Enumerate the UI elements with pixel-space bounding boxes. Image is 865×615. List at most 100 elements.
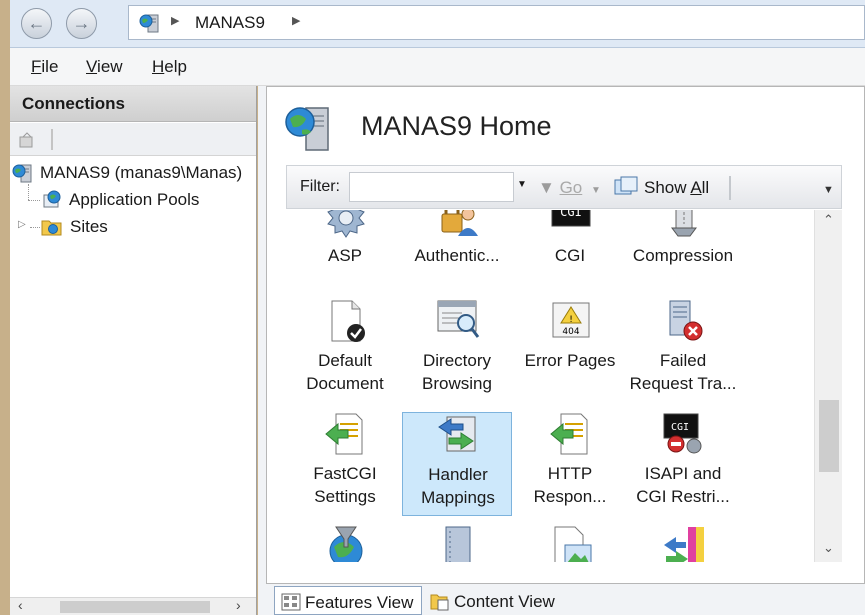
sites-folder-icon bbox=[41, 220, 62, 236]
server-home-icon bbox=[285, 107, 329, 151]
feature-asp[interactable]: ASP bbox=[290, 210, 400, 298]
expand-arrow-icon[interactable]: ▷ bbox=[18, 219, 26, 230]
vertical-scrollbar[interactable]: ⌃ ⌄ bbox=[814, 210, 842, 562]
feature-label-line2: Browsing bbox=[422, 374, 492, 393]
menu-view[interactable]: View bbox=[86, 57, 123, 77]
feature-label-line2: CGI Restri... bbox=[636, 487, 730, 506]
feature-label-line1: HTTP bbox=[547, 464, 593, 483]
feature-label: FastCGI Settings bbox=[290, 462, 400, 508]
http-response-icon bbox=[549, 412, 593, 456]
toolbar-separator bbox=[729, 176, 731, 200]
menu-bar: File View Help bbox=[10, 48, 865, 86]
feature-label: Default Document bbox=[290, 349, 400, 395]
modules-icon bbox=[662, 525, 706, 562]
feature-label-line2: Settings bbox=[314, 487, 376, 506]
scroll-up-icon[interactable]: ⌃ bbox=[823, 212, 834, 228]
menu-file[interactable]: File bbox=[31, 57, 58, 77]
toolbar-separator bbox=[51, 129, 53, 150]
feature-compression[interactable]: Compression bbox=[628, 210, 738, 298]
back-arrow-icon: ← bbox=[27, 13, 46, 33]
error-pages-icon: ! 404 bbox=[549, 299, 593, 343]
fastcgi-icon bbox=[324, 412, 368, 456]
tree-line bbox=[28, 200, 40, 201]
feature-label-line1: Error Pages bbox=[524, 351, 616, 370]
horizontal-scrollbar[interactable]: ‹ › bbox=[10, 597, 256, 615]
feature-label: CGI bbox=[515, 244, 625, 267]
feature-isapi-cgi[interactable]: CGI ISAPI and CGI Restri... bbox=[628, 412, 738, 516]
toolbar-overflow-icon[interactable]: ▼ bbox=[823, 184, 834, 196]
menu-help[interactable]: Help bbox=[152, 57, 187, 77]
feature-label-line1: Compression bbox=[632, 246, 734, 265]
tree-label-application-pools: Application Pools bbox=[69, 190, 200, 209]
application-pools-icon bbox=[43, 190, 61, 208]
scroll-right-icon[interactable]: › bbox=[236, 597, 241, 613]
feature-modules[interactable] bbox=[628, 525, 738, 562]
tab-content-label: Content View bbox=[454, 592, 555, 611]
feature-error-pages[interactable]: ! 404 Error Pages bbox=[515, 299, 625, 403]
feature-directory-browsing[interactable]: Directory Browsing bbox=[402, 299, 512, 403]
feature-http-response[interactable]: HTTP Respon... bbox=[515, 412, 625, 516]
create-connection-icon[interactable] bbox=[18, 131, 36, 149]
tab-features-view[interactable]: Features View bbox=[274, 586, 422, 615]
feature-fastcgi[interactable]: FastCGI Settings bbox=[290, 412, 400, 516]
authentication-icon bbox=[436, 210, 480, 238]
forward-arrow-icon: → bbox=[72, 13, 91, 33]
default-document-icon bbox=[324, 299, 368, 343]
chevron-right-icon[interactable]: ▶ bbox=[292, 14, 300, 27]
feature-cgi[interactable]: CGI CGI bbox=[515, 210, 625, 298]
globe-filter-icon bbox=[324, 525, 368, 562]
go-button[interactable]: ▼ Go ▼ bbox=[538, 178, 601, 198]
tab-features-label: Features View bbox=[305, 593, 414, 612]
compression-icon bbox=[662, 210, 706, 238]
feature-mime-image[interactable] bbox=[515, 525, 625, 562]
filter-dropdown-icon[interactable]: ▼ bbox=[517, 179, 527, 190]
feature-label: Compression bbox=[628, 244, 738, 267]
svg-text:!: ! bbox=[569, 315, 573, 325]
cgi-icon: CGI bbox=[549, 210, 593, 238]
scroll-thumb[interactable] bbox=[60, 601, 210, 613]
scroll-left-icon[interactable]: ‹ bbox=[18, 597, 23, 613]
feature-label-line1: Default bbox=[318, 351, 372, 370]
show-all-label: Show All bbox=[644, 178, 710, 197]
feature-label: Authentic... bbox=[402, 244, 512, 267]
handler-mappings-icon bbox=[437, 413, 481, 457]
mime-image-icon bbox=[549, 525, 593, 562]
feature-label-line1: CGI bbox=[554, 246, 586, 265]
filter-input[interactable] bbox=[349, 172, 514, 202]
tab-content-view[interactable]: Content View bbox=[424, 586, 574, 615]
feature-label-line2: Document bbox=[306, 374, 384, 393]
server-icon bbox=[139, 14, 159, 33]
feature-notebook[interactable] bbox=[402, 525, 512, 562]
main-area: MANAS9 Home Filter: ▼ ▼ Go ▼ Show All ▼ … bbox=[258, 86, 865, 615]
content-view-icon bbox=[430, 594, 449, 611]
feature-failed-request[interactable]: Failed Request Tra... bbox=[628, 299, 738, 403]
failed-request-icon bbox=[662, 299, 706, 343]
forward-button[interactable]: → bbox=[66, 8, 97, 39]
breadcrumb[interactable]: ▶ MANAS9 ▶ bbox=[128, 5, 865, 40]
feature-authentication[interactable]: Authentic... bbox=[402, 210, 512, 298]
features-icon-grid: ASP Authentic... CGI CGI Compression Default D… bbox=[286, 210, 814, 562]
show-all-icon bbox=[614, 176, 638, 195]
funnel-icon: ▼ bbox=[538, 178, 555, 197]
feature-label-line2: Request Tra... bbox=[629, 374, 737, 393]
back-button[interactable]: ← bbox=[21, 8, 52, 39]
go-dropdown-icon[interactable]: ▼ bbox=[591, 185, 601, 196]
feature-globe-filter[interactable] bbox=[290, 525, 400, 562]
feature-label: HTTP Respon... bbox=[515, 462, 625, 508]
chevron-right-icon[interactable]: ▶ bbox=[171, 14, 179, 27]
feature-label-line1: ASP bbox=[327, 246, 363, 265]
isapi-cgi-icon: CGI bbox=[662, 412, 706, 456]
feature-label-line1: Authentic... bbox=[414, 246, 500, 265]
feature-default-document[interactable]: Default Document bbox=[290, 299, 400, 403]
feature-label-line1: ISAPI and bbox=[644, 464, 722, 483]
tree-line bbox=[28, 184, 29, 200]
feature-label-line2: Mappings bbox=[421, 488, 495, 507]
feature-handler-mappings[interactable]: Handler Mappings bbox=[402, 412, 512, 516]
filter-label: Filter: bbox=[300, 178, 340, 195]
scroll-down-icon[interactable]: ⌄ bbox=[823, 540, 834, 556]
feature-label: Failed Request Tra... bbox=[628, 349, 738, 395]
scroll-thumb[interactable] bbox=[819, 400, 839, 472]
tree-label-sites: Sites bbox=[70, 217, 108, 236]
server-icon bbox=[12, 164, 32, 183]
breadcrumb-server[interactable]: MANAS9 bbox=[195, 13, 265, 33]
